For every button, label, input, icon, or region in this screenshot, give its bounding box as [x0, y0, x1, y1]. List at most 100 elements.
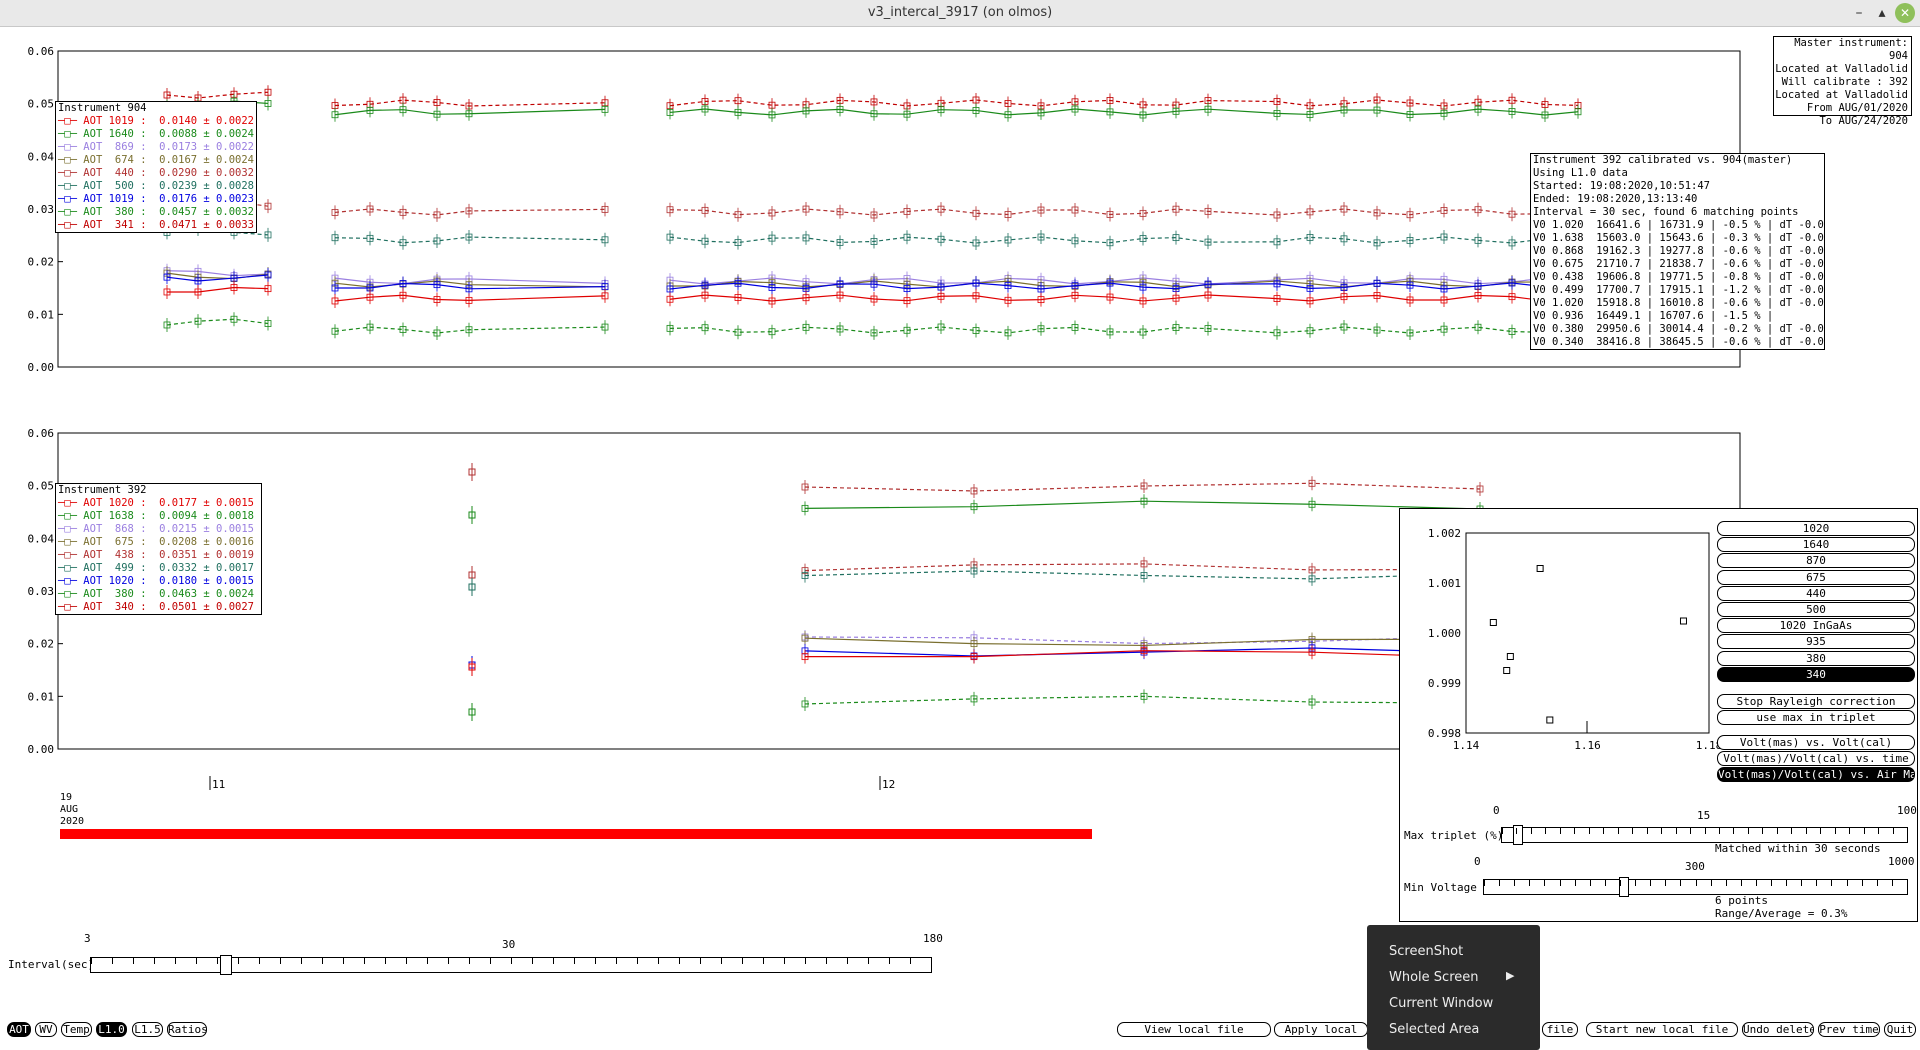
- slider-tick: [1559, 880, 1561, 886]
- channel-button-2[interactable]: 870: [1717, 553, 1915, 569]
- slider-tick: [364, 958, 365, 964]
- toggle-l15[interactable]: L1.5: [132, 1022, 163, 1037]
- slider-tick: [1516, 828, 1518, 834]
- menu-item-whole-screen[interactable]: Whole Screen: [1389, 970, 1478, 985]
- slider-tick: [721, 958, 722, 964]
- calib-line: Ended: 19:08:2020,13:13:40: [1533, 193, 1698, 205]
- option-button-1[interactable]: use max in triplet: [1717, 710, 1915, 725]
- legend-marker-icon: ─□─: [58, 562, 84, 574]
- ratio-point: [1536, 565, 1544, 572]
- legend-marker-icon: ─□─: [58, 601, 84, 613]
- quit-button[interactable]: Quit: [1884, 1022, 1916, 1037]
- slider-tick: [553, 958, 554, 964]
- slider-tick: [910, 958, 911, 964]
- y-tick-label: 0.00: [28, 743, 55, 756]
- channel-button-0[interactable]: 1020: [1717, 521, 1915, 536]
- legend-label: AOT 380 :: [83, 206, 160, 218]
- slider-tick: [259, 958, 260, 964]
- series-line: [804, 500, 1481, 510]
- ratio-y-tick-label: 1.000: [1428, 627, 1461, 640]
- channel-button-9[interactable]: 340: [1717, 666, 1915, 682]
- file-button[interactable]: file: [1542, 1022, 1578, 1037]
- legend-marker-icon: ─□─: [58, 536, 84, 548]
- interval-thumb[interactable]: [220, 955, 233, 975]
- slider-tick: [427, 958, 428, 964]
- y-tick-label: 0.02: [28, 256, 55, 269]
- channel-button-4[interactable]: 440: [1717, 585, 1915, 601]
- slider-tick: [1617, 828, 1619, 834]
- legend-value: 0.0177 ± 0.0015: [159, 497, 254, 509]
- slider-tick: [784, 958, 785, 964]
- legend-marker-icon: ─□─: [58, 510, 84, 522]
- slider-tick: [1675, 828, 1677, 834]
- slider-tick: [679, 958, 680, 964]
- slider-tick: [511, 958, 512, 964]
- max-triplet-label: Max triplet (%): [1404, 829, 1504, 842]
- toggle-temp[interactable]: Temp: [61, 1022, 92, 1037]
- plot-mode-button-0[interactable]: Volt(mas) vs. Volt(cal): [1717, 735, 1915, 750]
- toggle-ratios[interactable]: Ratios: [167, 1022, 207, 1037]
- start-new-local-file-button[interactable]: Start new local file: [1586, 1022, 1738, 1037]
- min-voltage-points: 6 points: [1715, 894, 1768, 907]
- ratio-y-tick-label: 0.999: [1428, 677, 1461, 690]
- plot2-legend: Instrument 392 ─□─ AOT 1020 : 0.0177 ± 0…: [55, 483, 262, 615]
- plot-mode-button-1[interactable]: Volt(mas)/Volt(cal) vs. time: [1717, 751, 1915, 766]
- legend-entry: ─□─ AOT 674 : 0.0167 ± 0.0024: [56, 154, 256, 167]
- slider-tick: [91, 958, 92, 964]
- min-voltage-slider[interactable]: [1483, 877, 1908, 897]
- ratio-y-tick-label: 1.001: [1428, 577, 1461, 590]
- toggle-wv[interactable]: WV: [35, 1022, 57, 1037]
- channel-button-1[interactable]: 1640: [1717, 537, 1915, 553]
- legend-value: 0.0501 ± 0.0027: [159, 601, 254, 613]
- channel-button-3[interactable]: 675: [1717, 569, 1915, 585]
- channel-button-8[interactable]: 380: [1717, 650, 1915, 666]
- y-tick-label: 0.01: [28, 308, 55, 321]
- plot-mode-button-2[interactable]: Volt(mas)/Volt(cal) vs. Air Mass: [1717, 767, 1915, 782]
- slider-tick: [1816, 880, 1818, 886]
- legend-marker-icon: ─□─: [58, 588, 84, 600]
- toggle-l10[interactable]: L1.0: [96, 1022, 127, 1037]
- slider-tick: [1805, 828, 1807, 834]
- apply-local-button[interactable]: Apply local: [1274, 1022, 1368, 1037]
- y-tick-label: 0.03: [28, 203, 55, 216]
- max-triplet-thumb[interactable]: [1513, 825, 1524, 845]
- legend-entry: ─□─ AOT 500 : 0.0239 ± 0.0028: [56, 180, 256, 193]
- legend-value: 0.0457 ± 0.0032: [159, 206, 254, 218]
- y-tick-label: 0.06: [28, 427, 55, 440]
- slider-tick: [574, 958, 575, 964]
- undo-delete-button[interactable]: Undo delete: [1742, 1022, 1814, 1037]
- channel-button-7[interactable]: 935: [1717, 634, 1915, 650]
- legend-entry: ─□─ AOT 380 : 0.0457 ± 0.0032: [56, 206, 256, 219]
- legend-entry: ─□─ AOT 1020 : 0.0180 ± 0.0015: [56, 575, 261, 588]
- prev-time-button[interactable]: Prev time: [1818, 1022, 1880, 1037]
- series-line: [804, 695, 1481, 705]
- channel-button-6[interactable]: 1020 InGaAs: [1717, 618, 1915, 634]
- time-tick-label-12: 12: [882, 778, 895, 791]
- slider-tick: [1632, 828, 1634, 834]
- master-info-box: Master instrument: 904 Located at Vallad…: [1773, 36, 1912, 127]
- slider-tick: [1762, 828, 1764, 834]
- calib-line: V0 0.675 21710.7 | 21838.7 | -0.6 % | dT…: [1533, 258, 1825, 270]
- interval-slider[interactable]: [90, 955, 932, 975]
- slider-tick: [1680, 880, 1682, 886]
- slider-tick: [1574, 828, 1576, 834]
- slider-tick: [1786, 880, 1788, 886]
- option-button-0[interactable]: Stop Rayleigh correction: [1717, 694, 1915, 709]
- menu-item-screenshot[interactable]: ScreenShot: [1389, 944, 1463, 959]
- view-local-file-button[interactable]: View local file: [1117, 1022, 1271, 1037]
- legend-entry: ─□─ AOT 340 : 0.0501 ± 0.0027: [56, 601, 261, 614]
- slider-tick: [448, 958, 449, 964]
- legend-marker-icon: ─□─: [58, 575, 84, 587]
- channel-button-5[interactable]: 500: [1717, 602, 1915, 617]
- max-triplet-slider[interactable]: [1501, 825, 1908, 845]
- slider-tick: [1863, 828, 1865, 834]
- slider-tick: [1514, 880, 1516, 886]
- slider-tick: [1710, 880, 1712, 886]
- slider-tick: [1499, 880, 1501, 886]
- menu-item-selected-area[interactable]: Selected Area: [1389, 1022, 1479, 1037]
- toggle-aot[interactable]: AOT: [7, 1022, 31, 1037]
- legend-value: 0.0167 ± 0.0024: [159, 154, 254, 166]
- slider-tick: [154, 958, 155, 964]
- slider-tick: [1791, 828, 1793, 834]
- menu-item-current-window[interactable]: Current Window: [1389, 996, 1493, 1011]
